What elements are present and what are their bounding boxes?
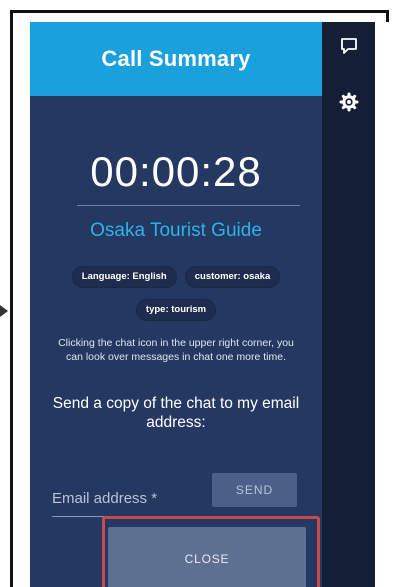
right-margin (375, 22, 389, 587)
close-button[interactable]: CLOSE (108, 527, 306, 587)
settings-button[interactable] (322, 82, 375, 122)
email-field-wrapper (52, 486, 200, 517)
send-button[interactable]: SEND (212, 473, 297, 507)
tag-row: Language: English customer: osaka (30, 266, 322, 288)
call-summary-panel: Call Summary 00:00:28 Osaka Tourist Guid… (30, 22, 322, 587)
page-title: Call Summary (101, 46, 251, 71)
tag-type: type: tourism (135, 299, 217, 321)
call-duration: 00:00:28 (90, 148, 262, 195)
chat-info-text: Clicking the chat icon in the upper righ… (58, 337, 294, 363)
right-rail (322, 22, 375, 587)
gear-icon (339, 92, 359, 112)
guide-name: Osaka Tourist Guide (90, 220, 262, 241)
tag-customer: customer: osaka (184, 266, 281, 288)
chat-button[interactable] (322, 26, 375, 66)
divider (77, 205, 300, 206)
header-bar: Call Summary (30, 22, 322, 96)
left-pointer-icon (0, 302, 8, 320)
tag-language: Language: English (71, 266, 177, 288)
tag-row: type: tourism (30, 299, 322, 321)
email-field[interactable] (52, 486, 200, 510)
chat-icon (339, 36, 359, 56)
email-copy-label: Send a copy of the chat to my email addr… (52, 395, 300, 431)
